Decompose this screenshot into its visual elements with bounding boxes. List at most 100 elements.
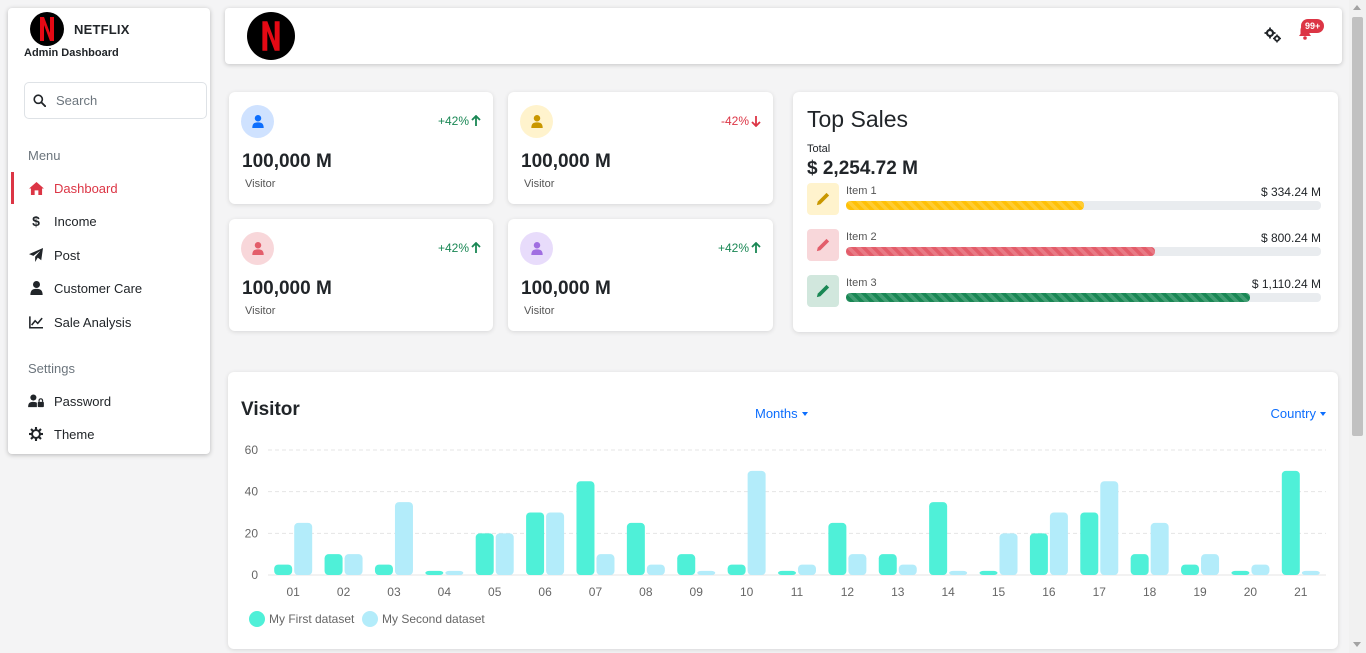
sidebar-item-label: Theme (54, 426, 95, 442)
scroll-down-arrow-icon[interactable] (1353, 642, 1361, 647)
x-tick-label: 19 (1193, 585, 1207, 599)
brand[interactable]: NETFLIX (30, 12, 130, 46)
search-icon (33, 94, 46, 107)
sidebar-item-label: Post (54, 247, 81, 263)
chart-bar (324, 554, 343, 575)
x-tick-label: 16 (1042, 585, 1056, 599)
sidebar-item-label: Sale Analysis (54, 314, 132, 330)
sidebar-item-post[interactable]: Post (11, 239, 210, 271)
sidebar-item-label: Customer Care (54, 280, 143, 296)
stat-label: Visitor (524, 305, 555, 317)
sidebar-item-dashboard[interactable]: Dashboard (11, 172, 210, 204)
item-icon-box (807, 229, 839, 261)
scrollbar-thumb[interactable] (1352, 17, 1363, 436)
legend-swatch (362, 611, 378, 627)
menu-section-label: Menu (28, 148, 61, 163)
chart-bar (274, 564, 293, 575)
stat-icon-wrap (520, 105, 553, 138)
netflix-logo-icon[interactable] (247, 12, 295, 60)
brand-subtitle: Admin Dashboard (24, 47, 119, 59)
chart-bar (778, 570, 796, 575)
vertical-scrollbar[interactable] (1349, 0, 1366, 653)
x-tick-label: 15 (992, 585, 1006, 599)
top-sales-item: Item 3 $ 1,110.24 M (807, 275, 1321, 307)
chart-bar (1130, 554, 1149, 575)
pen-icon (816, 192, 830, 206)
x-tick-label: 05 (488, 585, 502, 599)
x-tick-label: 02 (337, 585, 351, 599)
y-tick-label: 0 (251, 568, 258, 582)
user-icon (28, 280, 44, 296)
brand-name: NETFLIX (74, 21, 130, 37)
settings-gears-icon[interactable] (1264, 27, 1282, 48)
item-icon-box (807, 183, 839, 215)
item-progress-track (846, 293, 1321, 302)
chart-bar (1049, 512, 1068, 575)
y-tick-label: 60 (245, 443, 259, 457)
stat-value: 100,000 M (521, 278, 611, 299)
sidebar-item-customer-care[interactable]: Customer Care (11, 272, 210, 304)
stat-change-value: +42% (437, 241, 469, 255)
stat-change: +42% (438, 241, 481, 255)
chart-bar (1281, 470, 1300, 575)
arrow-up-icon (471, 115, 481, 126)
home-icon (28, 180, 44, 196)
chart-bar (394, 502, 413, 575)
chart-bar (747, 470, 766, 575)
chart-bar (626, 522, 645, 575)
pen-icon (816, 238, 830, 252)
paper-plane-icon (28, 247, 44, 263)
sidebar-item-sale-analysis[interactable]: Sale Analysis (11, 306, 210, 338)
stat-change: +42% (438, 114, 481, 128)
user-icon (530, 242, 543, 255)
sidebar-item-password[interactable]: Password (11, 385, 210, 417)
y-tick-label: 40 (245, 485, 259, 499)
arrow-down-icon (751, 116, 761, 127)
chart-bar (576, 481, 595, 575)
sidebar-item-label: Dashboard (54, 180, 118, 196)
chart-bar (848, 554, 867, 575)
chart-bar (1231, 570, 1250, 575)
chart-bar (475, 533, 494, 575)
item-progress-track (846, 201, 1321, 210)
x-tick-label: 12 (841, 585, 855, 599)
sidebar-item-theme[interactable]: Theme (11, 418, 210, 450)
item-progress-track (846, 247, 1321, 256)
search-box[interactable] (24, 82, 207, 119)
settings-section-label: Settings (28, 361, 75, 376)
sidebar-item-income[interactable]: $ Income (11, 205, 210, 237)
chart-bar (495, 533, 514, 575)
x-tick-label: 01 (287, 585, 301, 599)
chart-bar (798, 564, 816, 575)
chart-bar (374, 564, 393, 575)
chart-bar (1301, 570, 1320, 575)
chart-bar (1029, 533, 1048, 575)
x-tick-label: 13 (891, 585, 905, 599)
stat-card: -42% 100,000 M Visitor (508, 92, 773, 204)
pen-icon (816, 284, 830, 298)
chart-bar (546, 512, 565, 575)
x-tick-label: 11 (791, 585, 804, 599)
user-icon (251, 242, 264, 255)
stat-card: +42% 100,000 M Visitor (229, 219, 493, 331)
chart-bar (344, 554, 363, 575)
x-tick-label: 03 (387, 585, 401, 599)
x-tick-label: 18 (1143, 585, 1157, 599)
search-input[interactable] (56, 93, 196, 108)
item-name: Item 1 (846, 185, 877, 197)
top-sales-total: $ 2,254.72 M (807, 158, 918, 179)
chart-bar (828, 522, 847, 575)
stat-value: 100,000 M (242, 151, 332, 172)
stat-label: Visitor (524, 178, 555, 190)
item-progress-fill (846, 293, 1250, 302)
user-lock-icon (28, 393, 44, 409)
x-tick-label: 14 (941, 585, 955, 599)
chart-bar (1080, 512, 1099, 575)
stat-change: -42% (721, 114, 761, 128)
cog-icon (28, 426, 44, 442)
arrow-up-icon (751, 242, 761, 253)
scroll-up-arrow-icon[interactable] (1353, 5, 1361, 10)
stat-card: +42% 100,000 M Visitor (229, 92, 493, 204)
x-tick-label: 04 (438, 585, 452, 599)
stat-icon-wrap (241, 232, 274, 265)
